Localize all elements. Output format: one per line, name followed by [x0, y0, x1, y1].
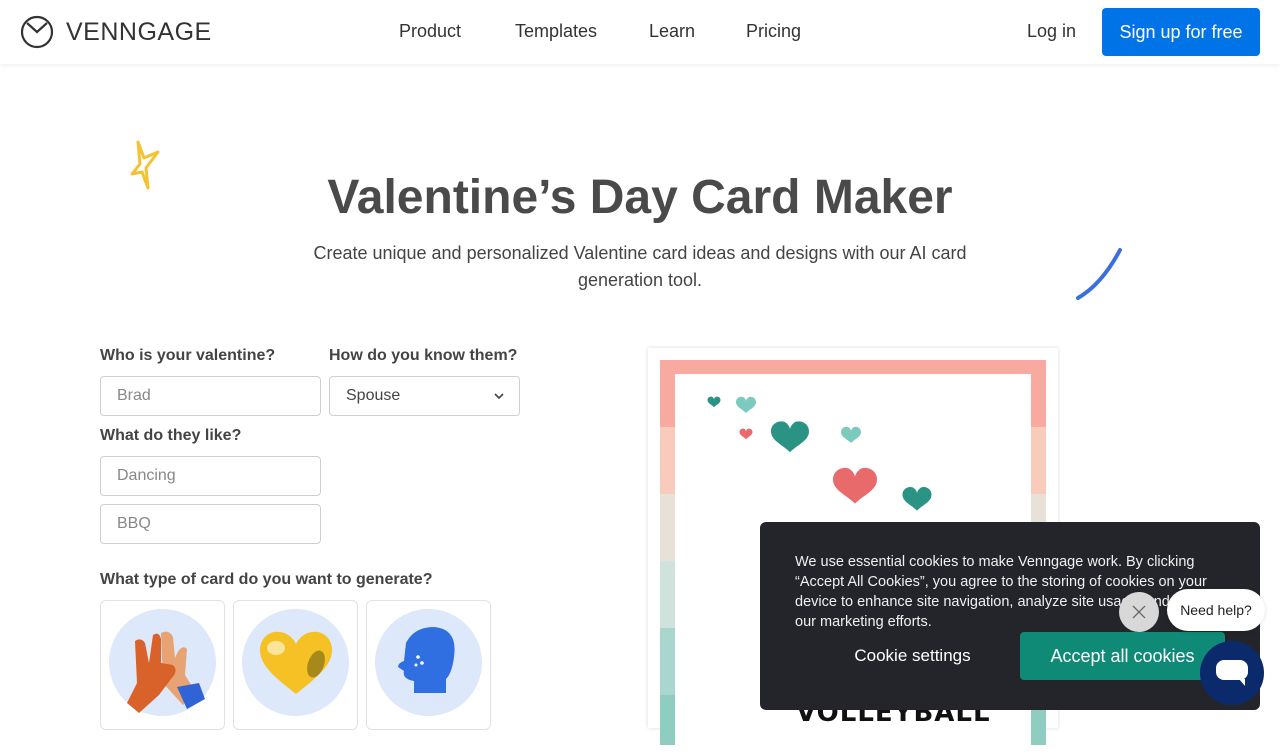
nav-product[interactable]: Product	[399, 21, 461, 42]
card-type-label: What type of card do you want to generat…	[100, 571, 433, 588]
card-type-love[interactable]	[233, 600, 358, 730]
chevron-down-icon	[494, 393, 504, 400]
relation-select[interactable]: Spouse	[329, 376, 520, 416]
chat-icon	[1216, 660, 1248, 686]
site-header: VENNGAGE Product Templates Learn Pricing…	[0, 0, 1280, 64]
login-link[interactable]: Log in	[1027, 21, 1076, 42]
nav-learn[interactable]: Learn	[649, 21, 695, 42]
signup-button[interactable]: Sign up for free	[1102, 8, 1260, 56]
chat-button[interactable]	[1200, 641, 1264, 705]
valentine-label: Who is your valentine?	[100, 347, 276, 364]
like-input-2[interactable]: BBQ	[100, 504, 321, 544]
venngage-logo[interactable]: VENNGAGE	[20, 15, 212, 49]
help-close-button[interactable]	[1119, 592, 1159, 632]
cookie-settings-button[interactable]: Cookie settings	[820, 632, 1005, 680]
card-type-friendship[interactable]	[100, 600, 225, 730]
help-bubble[interactable]: Need help?	[1167, 589, 1265, 631]
relation-select-value: Spouse	[346, 387, 401, 404]
like-input-1[interactable]: Dancing	[100, 456, 321, 496]
brush-stroke-decoration-icon	[1076, 248, 1122, 300]
hearts-illustration-icon	[707, 396, 932, 511]
accept-cookies-button[interactable]: Accept all cookies	[1020, 632, 1225, 680]
likes-label: What do they like?	[100, 427, 242, 444]
nav-templates[interactable]: Templates	[515, 21, 597, 42]
brand-name: VENNGAGE	[66, 17, 212, 46]
page-title: Valentine’s Day Card Maker	[327, 171, 953, 224]
relation-label: How do you know them?	[329, 347, 518, 364]
close-icon	[1132, 605, 1146, 619]
yellow-heart-icon	[259, 631, 332, 694]
valentine-name-input[interactable]: Brad	[100, 376, 321, 416]
nav-pricing[interactable]: Pricing	[746, 21, 801, 42]
page-subtitle: Create unique and personalized Valentine…	[313, 243, 967, 290]
high-five-icon	[126, 631, 205, 713]
card-type-humor[interactable]	[366, 600, 491, 730]
laughing-head-icon	[397, 626, 455, 693]
venngage-logo-icon	[20, 15, 54, 49]
